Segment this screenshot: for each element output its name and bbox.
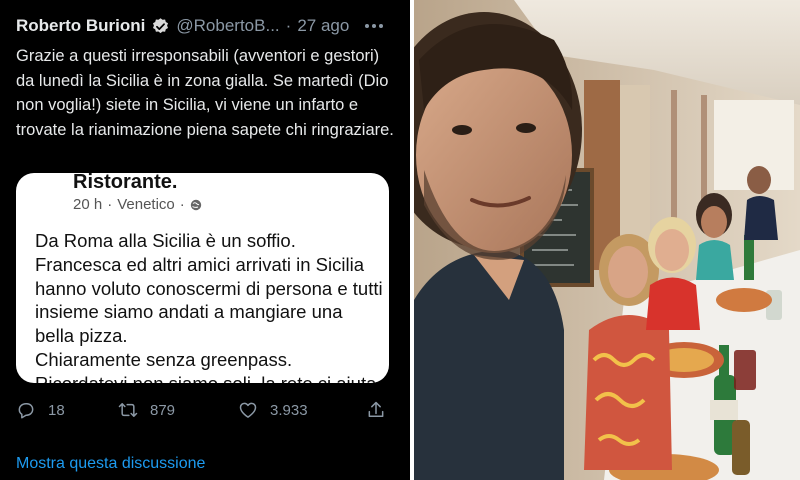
header-separator: · (285, 16, 292, 35)
tweet-panel: Roberto Burioni @RobertoB... · 27 ago Gr… (0, 0, 410, 480)
tweet-time[interactable]: 27 ago (297, 16, 349, 36)
author-handle[interactable]: @RobertoB... (176, 16, 279, 36)
retweet-count: 879 (150, 401, 176, 419)
heart-icon (239, 402, 257, 418)
selfie-illustration (414, 0, 800, 480)
reply-count: 18 (48, 401, 65, 419)
reply-icon (18, 403, 34, 419)
tweet-text: Grazie a questi irresponsabili (avventor… (16, 47, 394, 139)
like-button[interactable]: 3.933 (238, 400, 308, 420)
restaurant-selfie-photo (414, 0, 800, 480)
quoted-page-name: Ristorante. (73, 173, 178, 193)
quoted-post-separator-1: · (107, 196, 113, 213)
verified-badge-icon (153, 17, 169, 33)
more-options-icon[interactable] (362, 18, 386, 34)
tweet-actions: 18 879 3.933 (16, 400, 396, 424)
quoted-post-body: Da Roma alla Sicilia è un soffio. France… (35, 230, 383, 383)
quoted-post-meta: 20 h · Venetico · (73, 196, 202, 213)
tweet-header: Roberto Burioni @RobertoB... · 27 ago (16, 14, 396, 38)
quoted-post-time: 20 h (73, 196, 103, 213)
like-count: 3.933 (270, 401, 308, 419)
retweet-icon (118, 403, 138, 417)
quoted-post-separator-2: · (179, 196, 185, 213)
author-name[interactable]: Roberto Burioni (16, 16, 145, 36)
quoted-post-location: Venetico (117, 196, 175, 213)
retweet-button[interactable]: 879 (118, 400, 175, 420)
share-button[interactable] (366, 400, 386, 420)
show-thread-link[interactable]: Mostra questa discussione (16, 455, 205, 473)
share-icon (368, 401, 384, 417)
globe-icon (190, 199, 201, 210)
quoted-post-image[interactable]: Ristorante. 20 h · Venetico · Da Roma al… (16, 173, 389, 383)
reply-button[interactable]: 18 (16, 400, 65, 420)
